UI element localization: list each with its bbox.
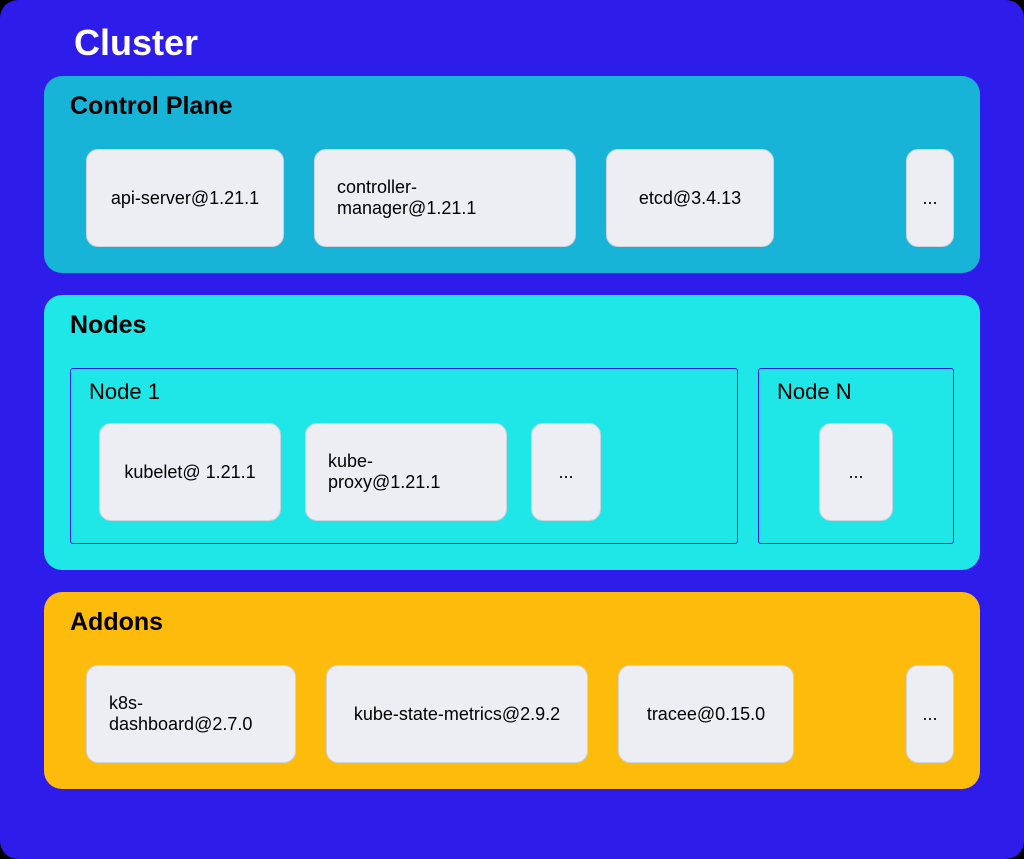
- node-n-title: Node N: [777, 379, 935, 405]
- component-card: kubelet@ 1.21.1: [99, 423, 281, 521]
- spacer: [824, 665, 876, 763]
- control-plane-title: Control Plane: [70, 92, 954, 121]
- node-n-row: ...: [777, 423, 935, 521]
- component-card: api-server@1.21.1: [86, 149, 284, 247]
- nodes-row: Node 1 kubelet@ 1.21.1 kube-proxy@1.21.1…: [70, 368, 954, 544]
- component-card: kube-proxy@1.21.1: [305, 423, 507, 521]
- cluster-container: Cluster Control Plane api-server@1.21.1 …: [0, 0, 1024, 859]
- nodes-title: Nodes: [70, 311, 954, 340]
- more-card: ...: [906, 665, 954, 763]
- node-1-row: kubelet@ 1.21.1 kube-proxy@1.21.1 ...: [89, 423, 719, 521]
- nodes-section: Nodes Node 1 kubelet@ 1.21.1 kube-proxy@…: [44, 295, 980, 570]
- component-card: kube-state-metrics@2.9.2: [326, 665, 588, 763]
- more-card: ...: [531, 423, 601, 521]
- node-1-box: Node 1 kubelet@ 1.21.1 kube-proxy@1.21.1…: [70, 368, 738, 544]
- component-card: etcd@3.4.13: [606, 149, 774, 247]
- component-card: k8s-dashboard@2.7.0: [86, 665, 296, 763]
- component-card: tracee@0.15.0: [618, 665, 794, 763]
- component-card: controller-manager@1.21.1: [314, 149, 576, 247]
- control-plane-row: api-server@1.21.1 controller-manager@1.2…: [70, 149, 954, 247]
- addons-row: k8s-dashboard@2.7.0 kube-state-metrics@2…: [70, 665, 954, 763]
- addons-title: Addons: [70, 608, 954, 637]
- control-plane-section: Control Plane api-server@1.21.1 controll…: [44, 76, 980, 273]
- node-1-title: Node 1: [89, 379, 719, 405]
- more-card: ...: [906, 149, 954, 247]
- spacer: [804, 149, 876, 247]
- addons-section: Addons k8s-dashboard@2.7.0 kube-state-me…: [44, 592, 980, 789]
- more-card: ...: [819, 423, 893, 521]
- cluster-title: Cluster: [74, 22, 980, 64]
- node-n-box: Node N ...: [758, 368, 954, 544]
